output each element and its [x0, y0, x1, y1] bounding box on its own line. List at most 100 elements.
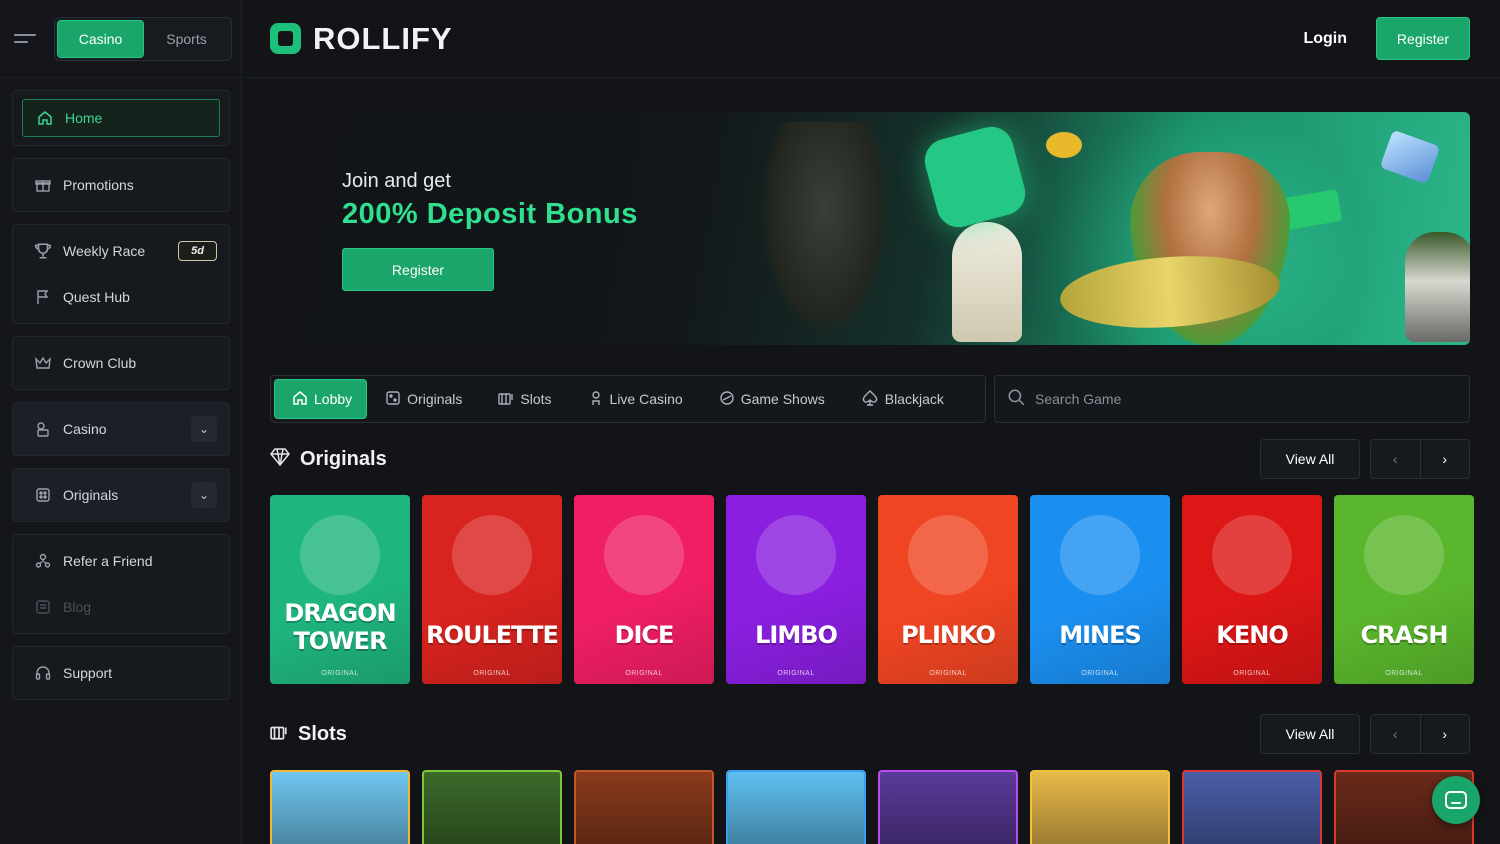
view-all-button[interactable]: View All [1260, 439, 1360, 479]
sidebar-item-crown-club[interactable]: Crown Club [13, 337, 229, 389]
tab-casino[interactable]: Casino [57, 19, 144, 58]
slot-game-card[interactable] [574, 770, 714, 844]
sidebar-group-refer: Refer a Friend Blog [12, 534, 230, 634]
sidebar-item-support[interactable]: Support [13, 647, 229, 699]
sidebar-item-refer[interactable]: Refer a Friend [13, 535, 229, 587]
carousel-arrows: ‹ › [1370, 439, 1470, 479]
tab-label: Game Shows [740, 391, 825, 407]
sidebar-group-originals: Originals ⌄ [12, 468, 230, 522]
banner-coin-art [1046, 132, 1082, 158]
original-tag: ORIGINAL [1081, 670, 1119, 677]
chevron-down-icon[interactable]: ⌄ [191, 416, 217, 442]
sidebar-item-home[interactable]: Home [22, 99, 220, 137]
tab-lobby[interactable]: Lobby [274, 379, 368, 419]
game-card[interactable]: ROULETTE ORIGINAL [422, 495, 562, 684]
tab-sports[interactable]: Sports [144, 20, 229, 58]
search-bar [994, 375, 1470, 423]
banner-gem-art [1379, 129, 1441, 185]
slot-game-card[interactable] [1030, 770, 1170, 844]
slot-game-card[interactable] [1182, 770, 1322, 844]
dice-icon [385, 390, 401, 409]
chevron-left-icon[interactable]: ‹ [1371, 715, 1421, 753]
tab-label: Originals [407, 391, 463, 407]
game-art [604, 515, 684, 595]
game-title-line: CRASH [1360, 621, 1448, 649]
people-icon [33, 551, 53, 571]
sidebar-item-label: Weekly Race [63, 243, 146, 259]
game-title-line: ROULETTE [426, 621, 559, 649]
tab-originals[interactable]: Originals [367, 379, 480, 419]
sidebar-item-label: Promotions [63, 177, 134, 193]
game-card[interactable]: PLINKO ORIGINAL [878, 495, 1018, 684]
original-tag: ORIGINAL [473, 670, 511, 677]
game-art [1212, 515, 1292, 595]
sidebar-top: Casino Sports [0, 0, 241, 78]
sidebar-item-quest-hub[interactable]: Quest Hub [13, 271, 229, 323]
slot-game-card[interactable] [878, 770, 1018, 844]
register-button[interactable]: Register [1376, 17, 1470, 60]
originals-carousel: DRAGON TOWER ORIGINAL ROULETTE ORIGINAL DICE O… [270, 495, 1474, 684]
banner-cowboy-art [760, 122, 890, 337]
banner-raccoon-art [1405, 232, 1470, 342]
blog-icon [33, 597, 53, 617]
game-title: DICE [574, 621, 714, 649]
login-button[interactable]: Login [1303, 30, 1347, 48]
tab-game-shows[interactable]: Game Shows [701, 379, 843, 419]
view-all-button[interactable]: View All [1260, 714, 1360, 754]
tab-live-casino[interactable]: Live Casino [570, 379, 701, 419]
slot-game-card[interactable] [726, 770, 866, 844]
menu-icon[interactable] [14, 32, 38, 46]
chevron-right-icon[interactable]: › [1421, 715, 1470, 753]
sidebar-item-weekly-race[interactable]: Weekly Race 5d [13, 225, 229, 277]
section-title: Originals [300, 447, 387, 470]
original-tag: ORIGINAL [321, 670, 359, 677]
sidebar-item-casino[interactable]: Casino ⌄ [13, 403, 229, 455]
banner-title: 200% Deposit Bonus [342, 198, 638, 230]
sidebar-item-originals[interactable]: Originals ⌄ [13, 469, 229, 521]
flag-icon [33, 287, 53, 307]
banner-subtitle: Join and get [342, 170, 451, 192]
game-title: CRASH [1334, 621, 1474, 649]
chat-support-button[interactable] [1432, 776, 1480, 824]
cards-icon [33, 419, 53, 439]
sidebar-item-promotions[interactable]: Promotions [13, 159, 229, 211]
game-art [452, 515, 532, 595]
game-card[interactable]: CRASH ORIGINAL [1334, 495, 1474, 684]
crown-icon [33, 353, 53, 373]
dice-icon [33, 485, 53, 505]
diamond-icon [270, 447, 290, 471]
tab-slots[interactable]: Slots [480, 379, 569, 419]
game-card[interactable]: MINES ORIGINAL [1030, 495, 1170, 684]
tab-blackjack[interactable]: Blackjack [843, 379, 962, 419]
game-card[interactable]: DRAGON TOWER ORIGINAL [270, 495, 410, 684]
chevron-left-icon[interactable]: ‹ [1371, 440, 1421, 478]
sidebar-item-label: Casino [63, 421, 107, 437]
brand-logo[interactable]: ROLLIFY [270, 21, 453, 57]
originals-header: Originals View All ‹ › [270, 439, 1470, 479]
game-card[interactable]: KENO ORIGINAL [1182, 495, 1322, 684]
game-art [1060, 515, 1140, 595]
game-card[interactable]: LIMBO ORIGINAL [726, 495, 866, 684]
chevron-right-icon[interactable]: › [1421, 440, 1470, 478]
slot-game-card[interactable] [270, 770, 410, 844]
banner-register-button[interactable]: Register [342, 248, 494, 291]
game-title: KENO [1182, 621, 1322, 649]
original-tag: ORIGINAL [777, 670, 815, 677]
sidebar-item-label: Refer a Friend [63, 553, 153, 569]
search-input[interactable] [1035, 391, 1435, 407]
game-title-line: DICE [614, 621, 675, 649]
game-art [1364, 515, 1444, 595]
home-icon [292, 390, 308, 409]
chat-icon [1445, 791, 1467, 809]
game-title: DRAGON TOWER [270, 599, 410, 655]
game-card[interactable]: DICE ORIGINAL [574, 495, 714, 684]
slots-header: Slots View All ‹ › [270, 714, 1470, 754]
gift-icon [33, 175, 53, 195]
sidebar-group-casino: Casino ⌄ [12, 402, 230, 456]
original-tag: ORIGINAL [929, 670, 967, 677]
slot-game-card[interactable] [422, 770, 562, 844]
trophy-icon [33, 241, 53, 261]
chevron-down-icon[interactable]: ⌄ [191, 482, 217, 508]
sidebar-item-blog[interactable]: Blog [13, 581, 229, 633]
game-title-line: DRAGON [284, 599, 396, 627]
